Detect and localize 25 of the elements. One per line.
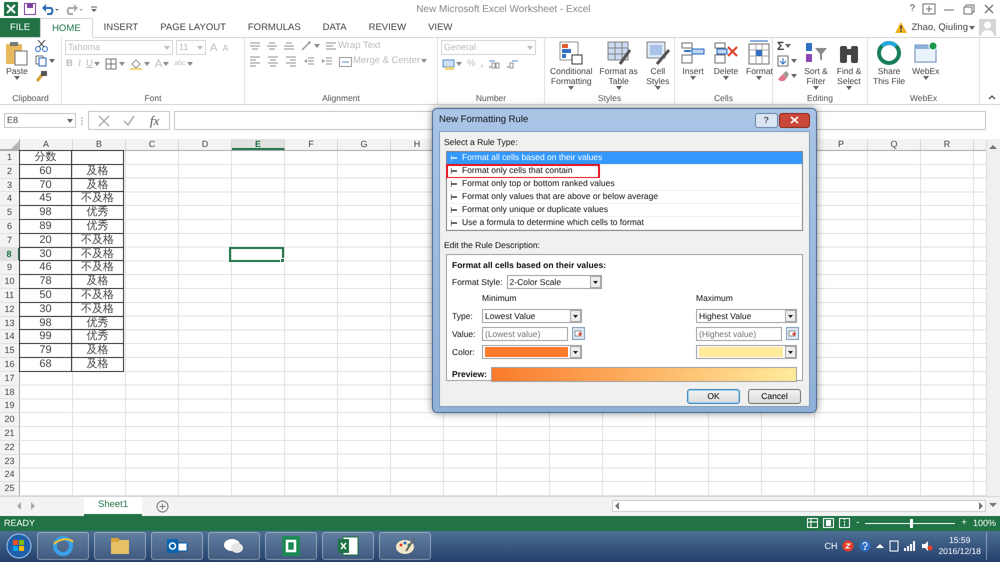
section-label: Select a Rule Type: [444,136,519,149]
field-label: Type: [452,310,474,322]
group-label: Clipboard [11,92,50,104]
zoom-level: 100% [972,516,996,530]
column-heading: Minimum [482,292,518,305]
field-label: Color: [452,346,476,358]
table-cell: 分数 [19,150,72,165]
group-label: Editing [806,92,834,104]
field-label: Value: [452,328,476,340]
group-label: Number [474,92,508,104]
section-label: Edit the Rule Description: [444,238,541,252]
status-text: READY [4,516,36,530]
group-label: WebEx [908,92,938,104]
group-label: Cells [713,92,734,104]
field-label: Preview: [452,368,487,381]
description-heading: Format all cells based on their values: [452,258,607,272]
dialog-title: New Formatting Rule [439,112,528,127]
field-label: Format Style: [452,276,503,289]
column-heading: Maximum [696,292,734,305]
group-label: Styles [596,92,622,104]
table-cell: 及格 [71,356,124,372]
group-label: Alignment [321,92,361,104]
table-cell: 68 [19,356,72,372]
window-title: New Microsoft Excel Worksheet - Excel [415,2,592,16]
group-label: Font [143,92,162,104]
